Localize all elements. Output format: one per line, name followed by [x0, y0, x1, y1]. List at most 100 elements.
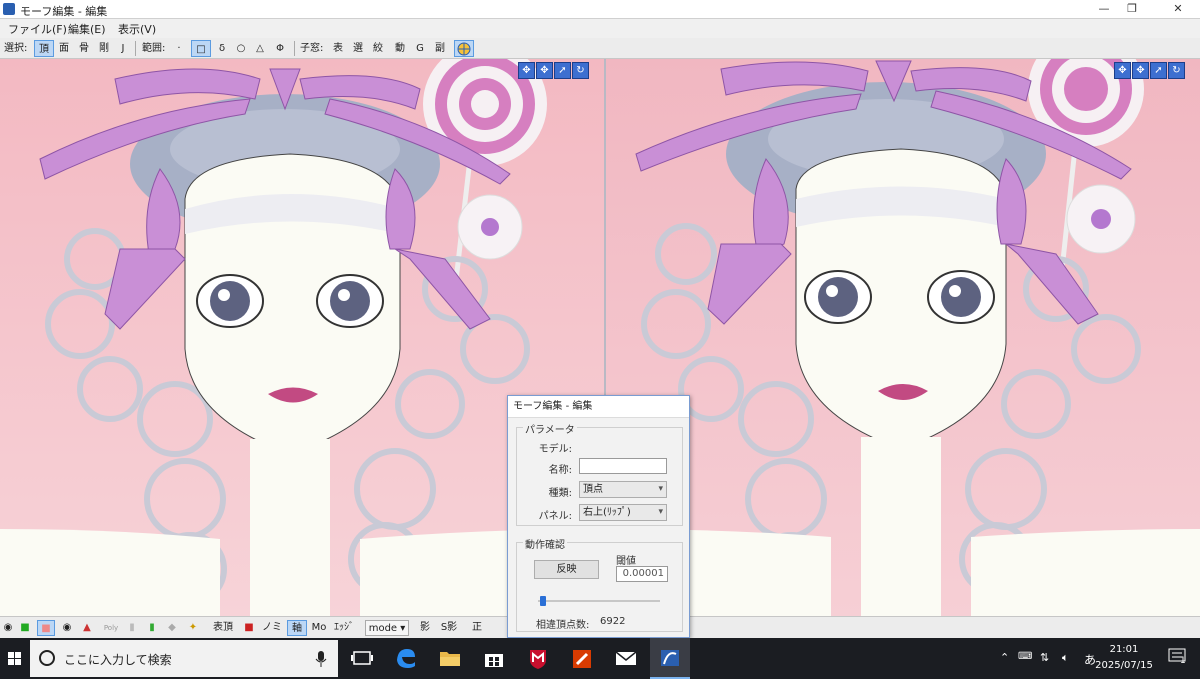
green-square-icon[interactable]: ■ — [18, 620, 32, 636]
rotate-icon[interactable]: ↻ — [1168, 62, 1185, 79]
move-axis-icon[interactable]: ✥ — [1132, 62, 1149, 79]
clock-date: 2025/07/15 — [1095, 660, 1153, 671]
select-bone-button[interactable]: 骨 — [76, 40, 92, 57]
slider-thumb[interactable] — [540, 596, 546, 606]
desktop-screen: { "window": { "title": "モーフ編集 - 編集", "mi… — [0, 0, 1200, 679]
move-axis-icon[interactable]: ✥ — [536, 62, 553, 79]
globe-icon[interactable] — [454, 40, 474, 57]
chevron-down-icon: ▾ — [658, 507, 663, 517]
network-icon[interactable]: ⇅ — [1040, 651, 1049, 664]
name-input[interactable] — [579, 458, 667, 474]
move-cross-icon[interactable]: ✥ — [518, 62, 535, 79]
pmx-editor-icon[interactable] — [650, 638, 690, 679]
taskbar: ここに入力して検索 ⌃ ⌨ ⇅ 🔈︎ あ 21:01 2025/07/15 1 — [0, 638, 1200, 679]
red-triangle-icon[interactable]: ▲ — [80, 620, 94, 636]
search-box[interactable]: ここに入力して検索 — [30, 640, 338, 677]
viewport-left-tools: ✥ ✥ ➚ ↻ — [518, 62, 589, 80]
microphone-icon[interactable] — [315, 650, 327, 668]
threshold-input[interactable]: 0.00001 — [616, 566, 668, 582]
range-point-button[interactable]: · — [172, 40, 186, 57]
close-button[interactable]: ✕ — [1156, 0, 1200, 18]
folder-icon[interactable] — [430, 638, 470, 679]
zoom-arrow-icon[interactable]: ➚ — [1150, 62, 1167, 79]
office-icon[interactable] — [562, 638, 602, 679]
only-button[interactable]: ノミ — [262, 620, 282, 636]
faded-icon[interactable]: ◆ — [165, 620, 179, 636]
child-select-button[interactable]: 選 — [350, 40, 366, 57]
relative-vertices-value: 6922 — [600, 616, 626, 627]
notification-count: 1 — [1180, 656, 1186, 666]
relative-vertices-label: 相違頂点数: — [536, 620, 590, 631]
child-sub-button[interactable]: 副 — [432, 40, 448, 57]
move-cross-icon[interactable]: ✥ — [1114, 62, 1131, 79]
restore-button[interactable]: ❐ — [1110, 0, 1154, 18]
select-rigid-button[interactable]: 剛 — [96, 40, 112, 57]
window-titlebar: モーフ編集 - 編集 — ❐ ✕ — [0, 0, 1200, 19]
ortho-button[interactable]: 正 — [470, 620, 484, 636]
params-group-title: パラメータ — [523, 421, 577, 436]
shadow-button[interactable]: 影 — [418, 620, 432, 636]
morph-slider[interactable] — [538, 596, 660, 606]
tray-arrow-icon[interactable]: ⌃ — [1000, 651, 1009, 664]
windows-logo-icon[interactable] — [0, 638, 30, 679]
red-square-icon[interactable]: ■ — [242, 620, 256, 636]
store-icon[interactable] — [474, 638, 514, 679]
child-move-button[interactable]: 動 — [392, 40, 408, 57]
menu-edit[interactable]: 編集(E) — [68, 21, 106, 37]
child-narrow-button[interactable]: 絞 — [370, 40, 386, 57]
s-shadow-button[interactable]: S影 — [438, 620, 460, 636]
range-circle-button[interactable]: ○ — [233, 40, 249, 57]
panel-select[interactable]: 右上(ﾘｯﾌﾟ) ▾ — [579, 504, 667, 521]
app-icon — [3, 3, 15, 15]
mcafee-icon[interactable] — [518, 638, 558, 679]
mo-button[interactable]: Mo — [309, 620, 329, 636]
menu-view[interactable]: 表示(V) — [118, 21, 156, 37]
toolbar-separator — [135, 41, 136, 56]
type-label: 種類: — [548, 488, 572, 499]
type-select[interactable]: 頂点 ▾ — [579, 481, 667, 498]
threshold-label: 閾値 — [616, 556, 636, 567]
select-vertex-button[interactable]: 頂 — [34, 40, 54, 57]
range-lasso-button[interactable]: δ — [214, 40, 230, 57]
panel-select-value: 右上(ﾘｯﾌﾟ) — [583, 507, 631, 518]
radio-icon[interactable]: ◉ — [60, 620, 74, 636]
volume-muted-icon[interactable]: 🔈︎ — [1062, 651, 1069, 665]
model-render-right — [606, 59, 1200, 616]
range-label: 範囲: — [142, 43, 166, 54]
select-joint-button[interactable]: J — [116, 40, 130, 57]
axis-button[interactable]: 軸 — [287, 620, 307, 636]
mode-label: mode — [368, 623, 398, 634]
mode-dropdown[interactable]: mode ▾ — [365, 620, 409, 636]
keyboard-icon[interactable]: ⌨ — [1018, 651, 1032, 662]
edge-icon[interactable] — [386, 638, 426, 679]
faded-icon[interactable]: ▮ — [125, 620, 139, 636]
apply-button[interactable]: 反映 — [534, 560, 599, 579]
poly-icon[interactable]: Poly — [100, 620, 122, 636]
select-face-button[interactable]: 面 — [56, 40, 72, 57]
viewport-right[interactable]: ✥ ✥ ➚ ↻ — [606, 59, 1200, 616]
task-view-icon[interactable] — [342, 638, 382, 679]
clock-time: 21:01 — [1109, 644, 1139, 655]
table-vertex-button[interactable]: 表頂 — [210, 620, 236, 636]
notification-center-icon[interactable]: 1 — [1168, 648, 1190, 668]
green-bar-icon[interactable]: ▮ — [145, 620, 159, 636]
range-phi-button[interactable]: Φ — [272, 40, 288, 57]
clock[interactable]: 21:01 2025/07/15 — [1084, 642, 1164, 674]
range-triangle-button[interactable]: △ — [252, 40, 268, 57]
child-table-button[interactable]: 表 — [330, 40, 346, 57]
dialog-title: モーフ編集 - 編集 — [508, 396, 689, 418]
rotate-icon[interactable]: ↻ — [572, 62, 589, 79]
panel-label: パネル: — [538, 511, 572, 522]
material-icon[interactable]: ✦ — [186, 620, 200, 636]
window-title: モーフ編集 - 編集 — [20, 5, 108, 18]
mail-icon[interactable] — [606, 638, 646, 679]
range-rect-button[interactable]: □ — [191, 40, 211, 57]
radio-icon[interactable]: ◉ — [2, 620, 14, 636]
child-g-button[interactable]: G — [413, 40, 427, 57]
pink-square-icon[interactable]: ■ — [37, 620, 55, 636]
morph-edit-dialog: モーフ編集 - 編集 パラメータ モデル: 名称: 種類: 頂点 ▾ パネル: 右… — [507, 395, 690, 638]
menu-file[interactable]: ファイル(F) — [8, 21, 67, 37]
main-toolbar: 選択: 頂 面 骨 剛 J 範囲: · □ δ ○ △ Φ 子窓: 表 選 絞 … — [0, 38, 1200, 59]
zoom-arrow-icon[interactable]: ➚ — [554, 62, 571, 79]
edge-button[interactable]: ｴｯｼﾞ — [331, 620, 357, 636]
